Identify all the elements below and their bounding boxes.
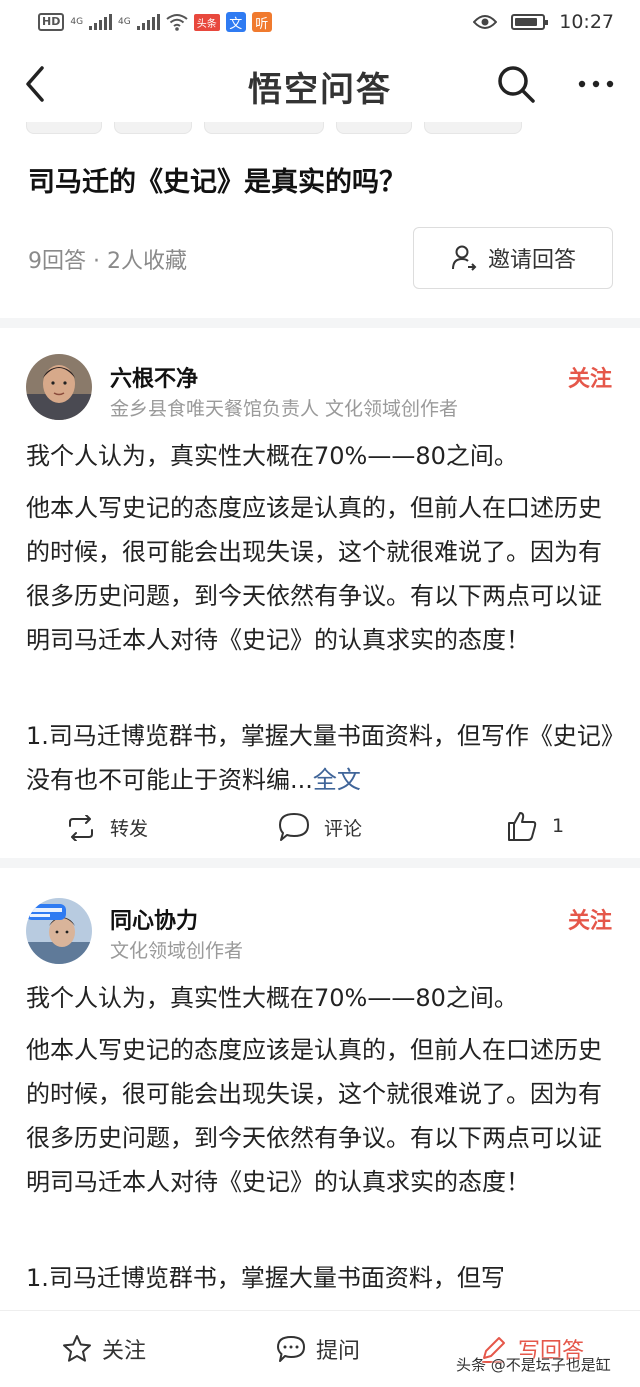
comment-button[interactable]: 评论 [278, 812, 362, 842]
status-left: HD 4G 4G 头条 文 听 [38, 12, 272, 32]
answer-paragraph: 他本人写史记的态度应该是认真的，但前人在口述历史的时候，很可能会出现失误，这个就… [26, 1036, 602, 1196]
wifi-icon [166, 14, 188, 31]
avatar[interactable] [26, 354, 92, 420]
search-icon [498, 66, 535, 103]
ask-question-label: 提问 [316, 1339, 361, 1364]
app-title: 悟空问答 [248, 70, 392, 110]
status-bar: HD 4G 4G 头条 文 听 10:27 [0, 0, 640, 44]
repost-button[interactable]: 转发 [66, 814, 148, 841]
follow-question-button[interactable]: 关注 [62, 1333, 146, 1365]
question-title: 司马迁的《史记》是真实的吗？ [28, 167, 406, 198]
wen-badge: 文 [225, 12, 246, 32]
comment-icon [279, 813, 309, 841]
watermark: 头条 @不是坛子也是缸 [456, 1356, 611, 1374]
section-divider [0, 318, 640, 328]
invite-answer-button[interactable]: 邀请回答 [413, 227, 613, 289]
ask-question-button[interactable]: 提问 [276, 1333, 360, 1365]
repost-label: 转发 [110, 818, 149, 840]
tag-chip[interactable] [336, 122, 412, 134]
author-name[interactable]: 同心协力 [110, 903, 198, 935]
comment-label: 评论 [324, 817, 363, 840]
like-count: 1 [552, 815, 565, 837]
tag-chip[interactable] [26, 122, 102, 134]
search-button[interactable] [496, 64, 536, 104]
avatar[interactable] [26, 898, 92, 964]
tag-chip[interactable] [424, 122, 522, 134]
hd-indicator: HD [38, 13, 65, 31]
battery-fill [515, 18, 538, 26]
more-horizontal-icon [578, 80, 614, 88]
eye-icon [473, 15, 498, 29]
answer-card: 同心协力 文化领域创作者 关注 我个人认为，真实性大概在70%——80之间。 他… [0, 868, 640, 1310]
signal-icon-2 [136, 14, 160, 30]
section-divider [0, 858, 640, 868]
thumbs-up-icon [508, 812, 537, 841]
follow-question-label: 关注 [102, 1339, 147, 1364]
signal-icon [89, 14, 113, 30]
tag-chip[interactable] [204, 122, 324, 134]
battery-icon [511, 14, 549, 30]
network-type-2: 4G [118, 17, 131, 27]
toutiao-badge: 头条 [193, 13, 220, 31]
clock: 10:27 [559, 11, 614, 33]
answer-actions: 转发 评论 1 [0, 804, 640, 854]
invite-user-icon [451, 245, 477, 271]
answer-paragraph: 我个人认为，真实性大概在70%——80之间。 [26, 984, 518, 1012]
question-tags [26, 122, 522, 134]
ting-badge: 听 [251, 12, 272, 32]
question-bubble-icon [277, 1336, 305, 1362]
avatar-image [26, 354, 92, 420]
read-more-link[interactable]: 全文 [313, 766, 361, 794]
network-type-1: 4G [70, 17, 84, 27]
answer-paragraph: 我个人认为，真实性大概在70%——80之间。 [26, 442, 518, 470]
answer-paragraph: 1.司马迁博览群书，掌握大量书面资料，但写 [26, 1264, 505, 1292]
author-name[interactable]: 六根不净 [110, 361, 198, 393]
invite-answer-label: 邀请回答 [487, 248, 576, 273]
author-description: 金乡县食唯天餐馆负责人 文化领域创作者 [110, 398, 459, 420]
question-meta: 9回答 · 2人收藏 [28, 249, 187, 274]
more-button[interactable] [574, 66, 618, 102]
author-description: 文化领域创作者 [110, 940, 244, 962]
like-button[interactable]: 1 [506, 810, 564, 842]
bottom-action-bar: 关注 提问 写回答 [0, 1310, 640, 1387]
top-nav: 悟空问答 [0, 44, 640, 122]
follow-button[interactable]: 关注 [568, 361, 612, 393]
answer-paragraph: 他本人写史记的态度应该是认真的，但前人在口述历史的时候，很可能会出现失误，这个就… [26, 494, 602, 654]
answer-paragraph-truncated[interactable]: 1.司马迁博览群书，掌握大量书面资料，但写作《史记》没有也不可能止于资料编...… [26, 714, 616, 802]
answer-card: 六根不净 金乡县食唯天餐馆负责人 文化领域创作者 关注 我个人认为，真实性大概在… [0, 328, 640, 858]
tag-chip[interactable] [114, 122, 192, 134]
repost-icon [69, 814, 93, 841]
status-right: 10:27 [473, 11, 614, 33]
follow-button[interactable]: 关注 [568, 903, 612, 935]
avatar-image [26, 898, 92, 964]
star-icon [63, 1335, 91, 1362]
